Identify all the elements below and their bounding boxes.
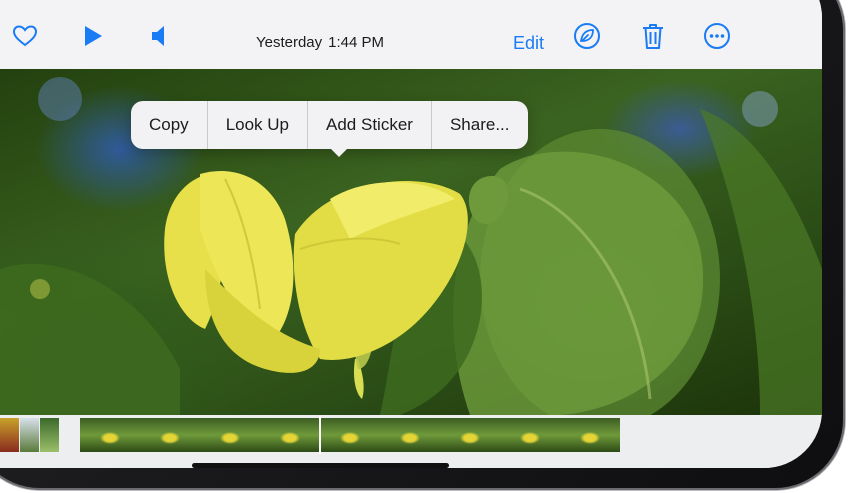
video-frame (440, 418, 500, 452)
context-menu-pointer (330, 148, 348, 157)
leaf-info-icon[interactable] (569, 18, 605, 54)
video-frame (500, 418, 560, 452)
edit-button[interactable]: Edit (513, 33, 544, 54)
video-frame (80, 418, 140, 452)
add-sticker-menu-item[interactable]: Add Sticker (307, 101, 431, 149)
video-frames[interactable] (80, 418, 622, 452)
video-frame (380, 418, 440, 452)
video-frame (140, 418, 200, 452)
video-frame (560, 418, 620, 452)
look-up-menu-item[interactable]: Look Up (206, 101, 307, 149)
date-label: Yesterday (255, 34, 323, 51)
thumbnail[interactable] (20, 418, 39, 452)
photo-toolbar: Yesterday 1:44 PM Edit (0, 0, 822, 70)
screen: Yesterday 1:44 PM Edit (0, 0, 822, 468)
playhead-scrubber[interactable] (319, 416, 321, 454)
video-frame (200, 418, 260, 452)
context-menu: Copy Look Up Add Sticker Share... (131, 101, 528, 149)
video-frame (320, 418, 380, 452)
thumbnail[interactable] (40, 418, 59, 452)
filmstrip[interactable] (0, 415, 822, 468)
video-frame (260, 418, 320, 452)
ellipsis-circle-icon[interactable] (699, 18, 735, 54)
share-menu-item[interactable]: Share... (430, 101, 528, 149)
trash-icon[interactable] (635, 18, 671, 54)
copy-menu-item[interactable]: Copy (131, 101, 207, 149)
home-indicator[interactable] (192, 463, 449, 468)
thumbnail[interactable] (0, 418, 19, 452)
time-label: 1:44 PM (328, 34, 385, 51)
thumbnail-group (0, 418, 60, 452)
